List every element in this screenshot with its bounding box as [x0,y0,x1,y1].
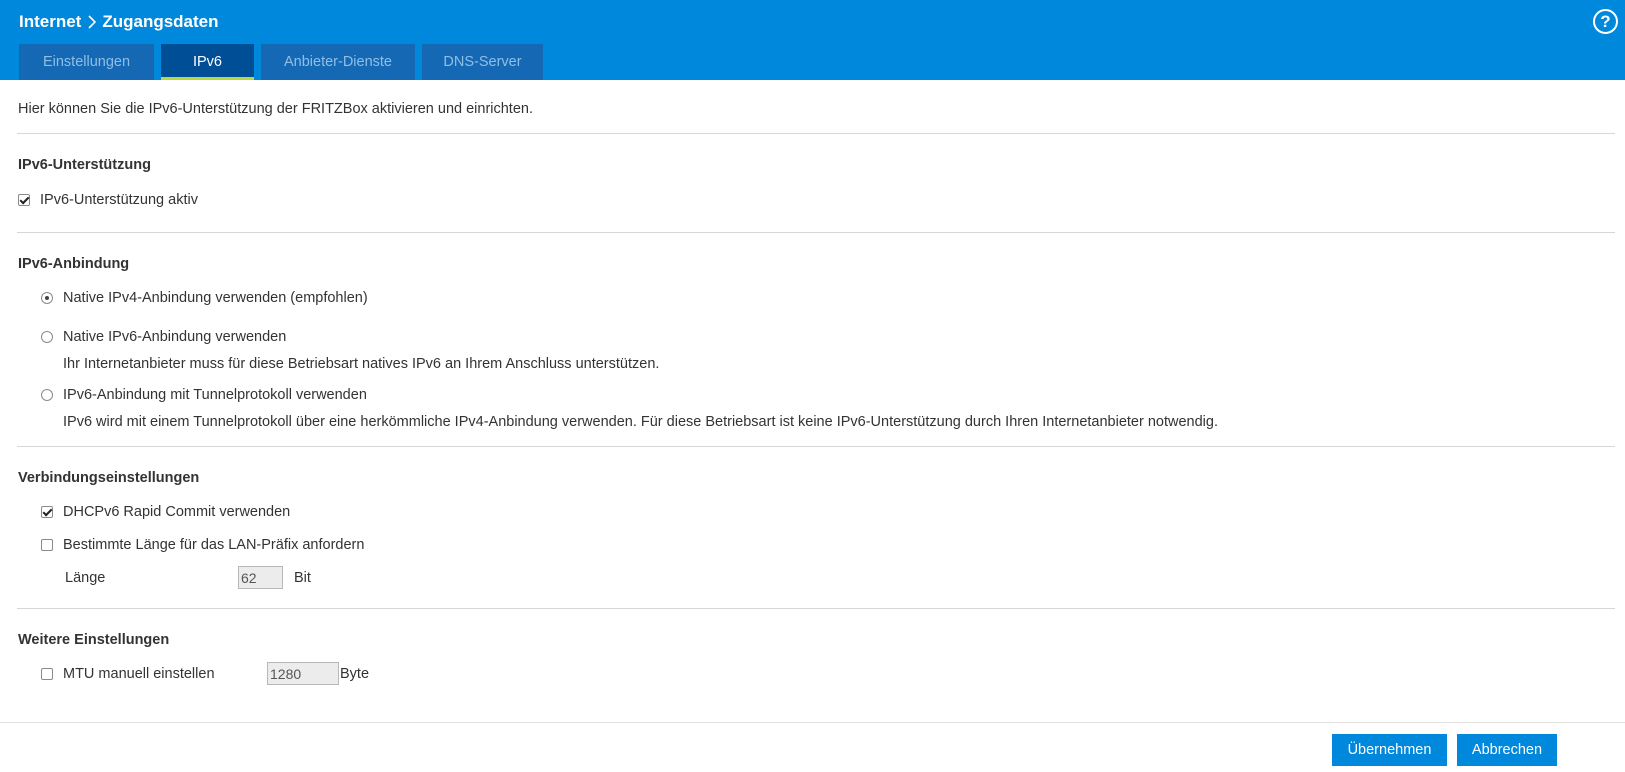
app-window: Internet Zugangsdaten ? Einstellungen IP… [0,0,1625,772]
radio-native-ipv6-row[interactable]: Native IPv6-Anbindung verwenden [41,329,286,345]
radio-tunnel[interactable] [41,389,53,401]
divider [17,608,1615,609]
radio-native-ipv6[interactable] [41,331,53,343]
ipv6-support-label: IPv6-Unterstützung aktiv [40,192,198,208]
tab-ipv6[interactable]: IPv6 [161,44,254,80]
radio-native-ipv4[interactable] [41,292,53,304]
mtu-checkbox[interactable] [41,668,53,680]
length-label: Länge [65,570,106,586]
section-title-connection: Verbindungseinstellungen [18,470,200,486]
apply-button[interactable]: Übernehmen [1332,734,1447,766]
rapid-commit-label: DHCPv6 Rapid Commit verwenden [63,504,291,520]
mtu-row[interactable]: MTU manuell einstellen [41,666,215,682]
help-icon[interactable]: ? [1593,9,1618,34]
breadcrumb: Internet Zugangsdaten [19,11,219,33]
footer-divider [0,722,1625,723]
prefix-length-row[interactable]: Bestimmte Länge für das LAN-Präfix anfor… [41,537,364,553]
section-title-further: Weitere Einstellungen [18,632,170,648]
tab-anbieter-dienste[interactable]: Anbieter-Dienste [261,44,415,80]
mtu-input[interactable] [267,662,339,685]
breadcrumb-item-zugangsdaten: Zugangsdaten [102,12,219,31]
section-title-ipv6-support: IPv6-Unterstützung [18,157,151,173]
prefix-length-checkbox[interactable] [41,539,53,551]
mtu-unit: Byte [340,666,370,682]
radio-native-ipv6-label: Native IPv6-Anbindung verwenden [63,329,287,345]
radio-tunnel-row[interactable]: IPv6-Anbindung mit Tunnelprotokoll verwe… [41,387,367,403]
ipv6-support-checkbox[interactable] [18,194,30,206]
tunnel-hint: IPv6 wird mit einem Tunnelprotokoll über… [63,414,1218,430]
divider [17,232,1615,233]
cancel-button[interactable]: Abbrechen [1457,734,1557,766]
rapid-commit-row[interactable]: DHCPv6 Rapid Commit verwenden [41,504,290,520]
length-input[interactable] [238,566,283,589]
divider [17,133,1615,134]
ipv6-support-checkbox-row[interactable]: IPv6-Unterstützung aktiv [18,192,198,208]
chevron-right-icon [88,15,97,29]
length-unit: Bit [294,570,311,586]
radio-native-ipv4-row[interactable]: Native IPv4-Anbindung verwenden (empfohl… [41,290,368,306]
header-bar: Internet Zugangsdaten ? Einstellungen IP… [0,0,1625,80]
divider [17,446,1615,447]
mtu-label: MTU manuell einstellen [63,666,215,682]
native-ipv6-hint: Ihr Internetanbieter muss für diese Betr… [63,356,660,372]
tab-dns-server[interactable]: DNS-Server [422,44,543,80]
radio-tunnel-label: IPv6-Anbindung mit Tunnelprotokoll verwe… [63,387,367,403]
rapid-commit-checkbox[interactable] [41,506,53,518]
breadcrumb-item-internet[interactable]: Internet [19,12,81,32]
tab-einstellungen[interactable]: Einstellungen [19,44,154,80]
radio-native-ipv4-label: Native IPv4-Anbindung verwenden (empfohl… [63,290,368,306]
prefix-length-label: Bestimmte Länge für das LAN-Präfix anfor… [63,537,365,553]
intro-text: Hier können Sie die IPv6-Unterstützung d… [18,101,533,117]
section-title-ipv6-binding: IPv6-Anbindung [18,256,130,272]
